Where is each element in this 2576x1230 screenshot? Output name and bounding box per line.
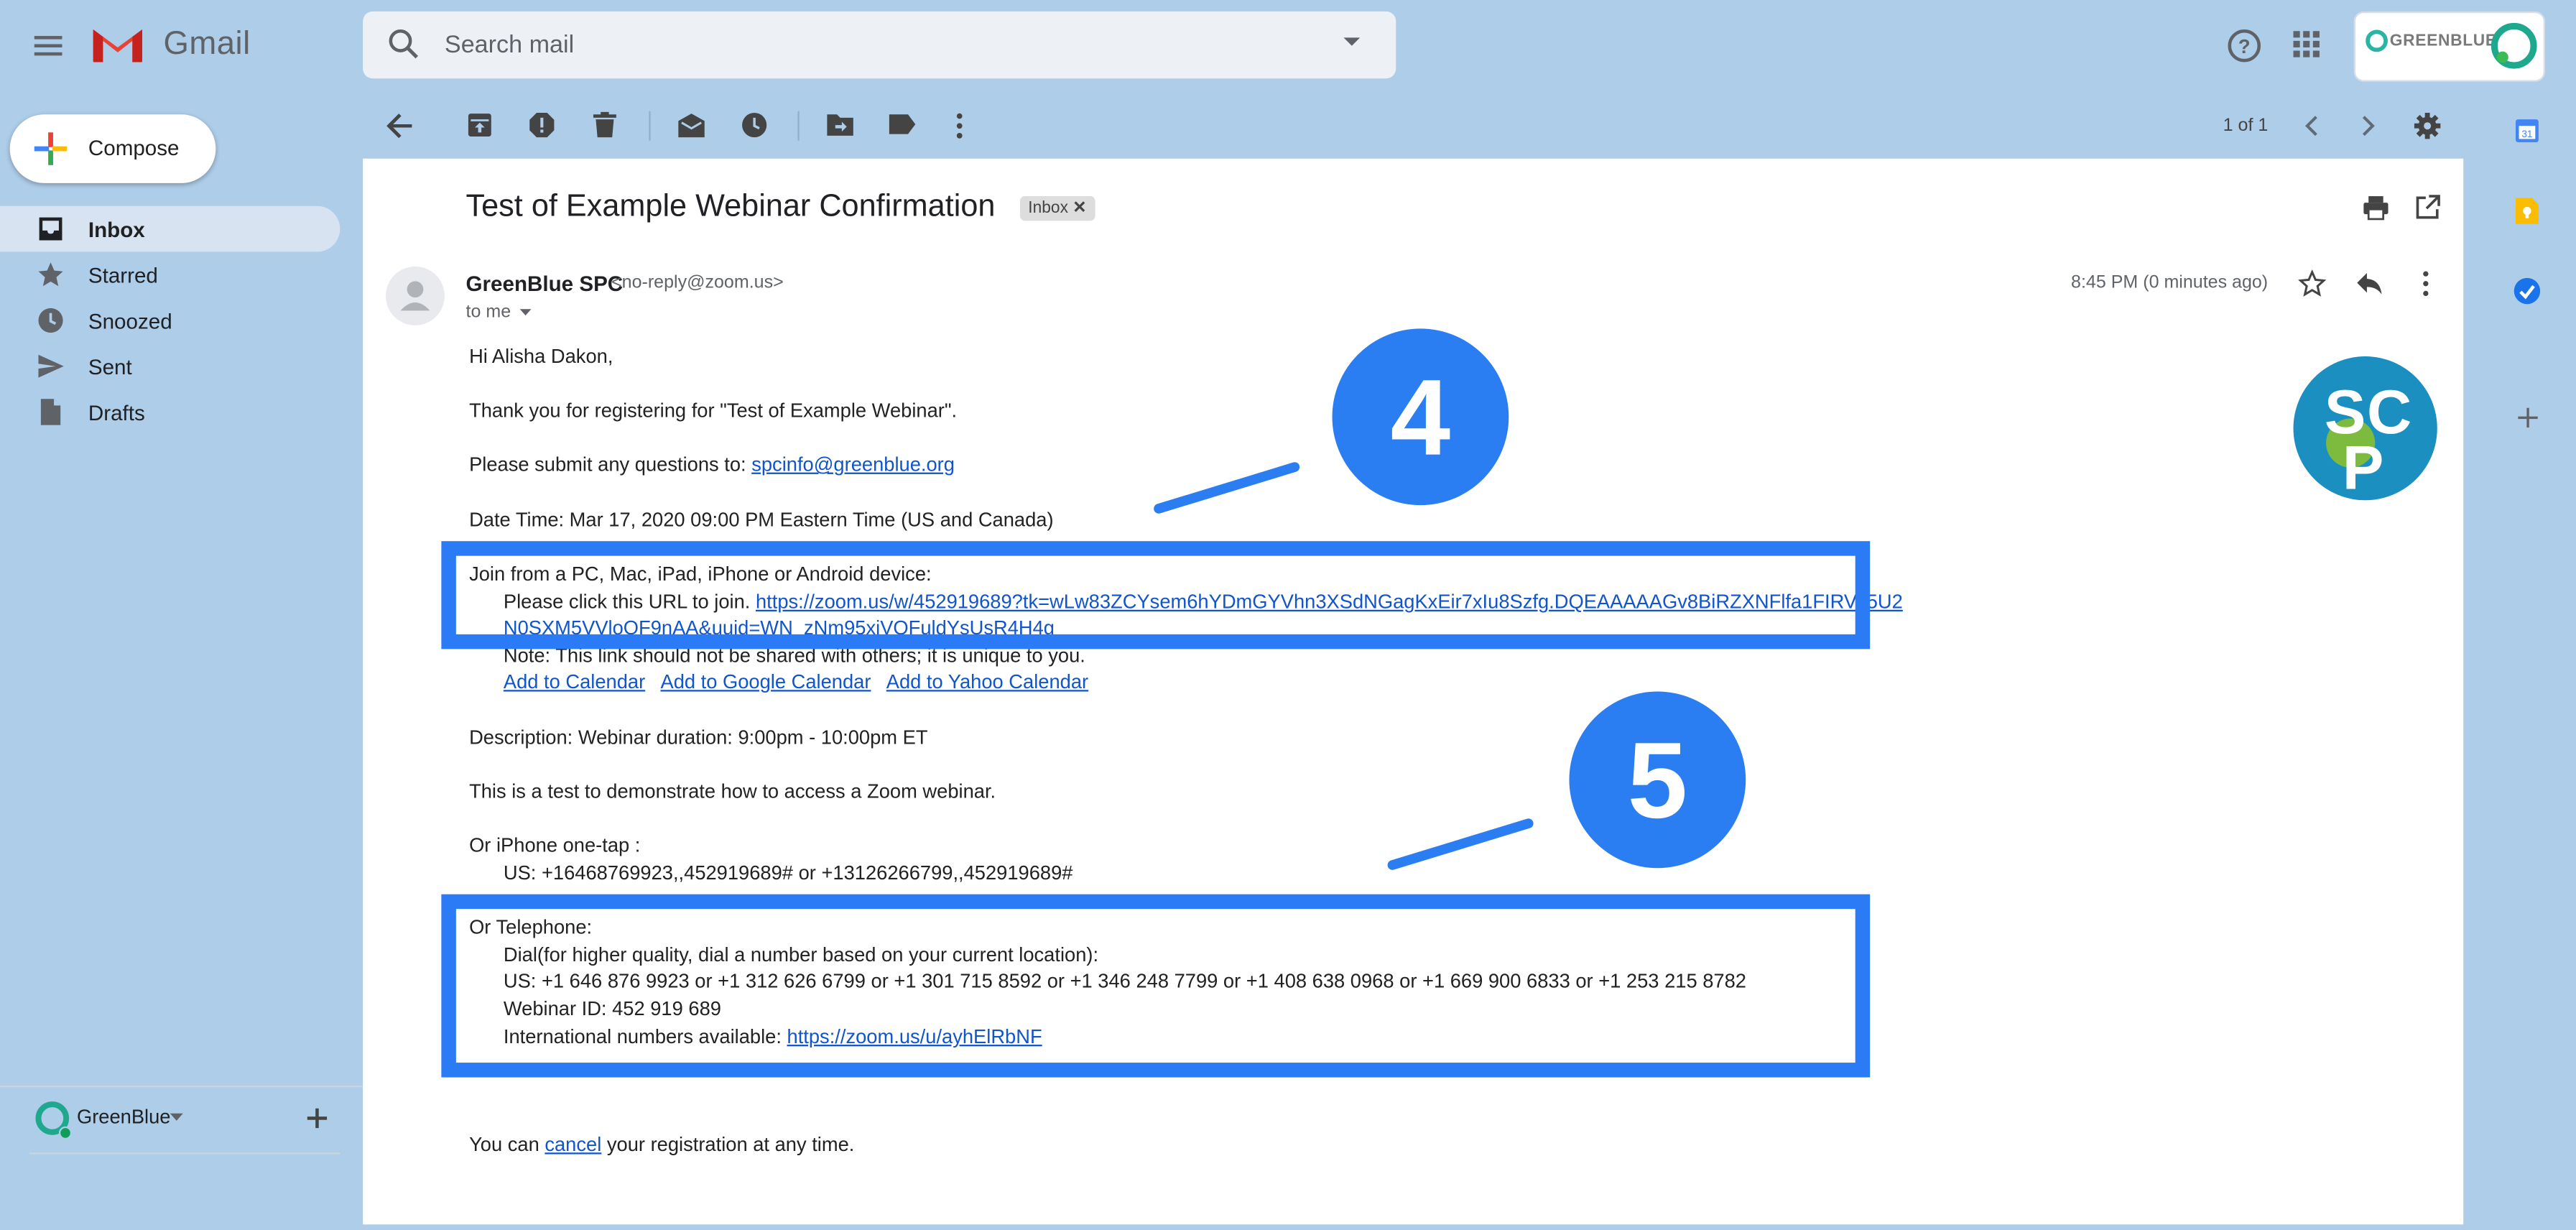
draft-icon (36, 397, 65, 427)
hangouts-divider (29, 1152, 340, 1155)
tasks-icon[interactable] (2512, 277, 2542, 306)
more-options-icon[interactable] (955, 111, 965, 141)
main-menu-icon[interactable] (28, 24, 70, 67)
nav-label-starred: Starred (88, 263, 158, 288)
nav-label-snoozed: Snoozed (88, 309, 172, 334)
datetime-text: Date Time: Mar 17, 2020 09:00 PM Eastern… (469, 508, 1054, 532)
send-icon (36, 351, 65, 381)
search-options-icon[interactable] (1342, 36, 1361, 49)
sender-avatar (386, 266, 445, 325)
remove-label-icon[interactable]: ✕ (1072, 200, 1086, 218)
pager-text: 1 of 1 (2223, 116, 2269, 136)
account-avatar[interactable] (2490, 22, 2539, 70)
side-panel (2488, 91, 2563, 1225)
inbox-label-chip[interactable]: Inbox ✕ (1019, 196, 1095, 221)
label-chip-text: Inbox (1028, 199, 1068, 218)
description-text: Description: Webinar duration: 9:00pm - … (469, 726, 928, 749)
questions-email-link[interactable]: spcinfo@greenblue.org (751, 453, 955, 476)
test-text: This is a test to demonstrate how to acc… (469, 780, 996, 803)
open-new-window-icon[interactable] (2414, 195, 2440, 221)
label-icon[interactable] (888, 113, 917, 136)
help-icon[interactable]: ? (2226, 28, 2262, 64)
sender-name: GreenBlue SPC (465, 271, 624, 296)
apps-grid-icon[interactable] (2290, 28, 2323, 61)
nav-label-drafts: Drafts (88, 400, 145, 425)
iphone-heading: Or iPhone one-tap : (469, 833, 641, 857)
add-addon-icon[interactable] (2517, 407, 2539, 429)
add-to-yahoo-calendar-link[interactable]: Add to Yahoo Calendar (886, 670, 1088, 693)
keep-icon[interactable] (2514, 196, 2540, 226)
annotation-badge-5: 5 (1569, 691, 1746, 869)
questions-line: Please submit any questions to: spcinfo@… (469, 453, 955, 476)
app-name: Gmail (163, 26, 251, 63)
chevron-down-icon[interactable] (519, 309, 531, 316)
svg-text:P: P (2343, 433, 2384, 501)
print-icon[interactable] (2362, 195, 2390, 221)
hangouts-avatar[interactable] (33, 1100, 73, 1140)
move-to-icon[interactable] (825, 111, 855, 137)
questions-prefix: Please submit any questions to: (469, 453, 752, 476)
mark-unread-icon[interactable] (677, 111, 706, 139)
chevron-right-icon[interactable] (2360, 114, 2377, 137)
spc-logo: S C P (2292, 355, 2439, 502)
cancel-suffix: your registration at any time. (601, 1132, 855, 1156)
sender-email: <no-reply@zoom.us> (611, 273, 784, 293)
cancel-link[interactable]: cancel (545, 1133, 601, 1156)
reply-icon[interactable] (2355, 272, 2383, 296)
chevron-left-icon[interactable] (2303, 114, 2320, 137)
nav-label-sent: Sent (88, 354, 132, 379)
cancel-prefix: You can (469, 1132, 545, 1156)
nav-divider (0, 1085, 363, 1088)
calendar-icon[interactable]: 31 (2514, 118, 2540, 144)
star-icon[interactable] (2298, 269, 2327, 297)
highlight-box-join (441, 541, 1871, 649)
report-spam-icon[interactable] (528, 111, 556, 139)
annotation-badge-4: 4 (1332, 328, 1509, 506)
thanks-text: Thank you for registering for "Test of E… (469, 399, 958, 422)
toolbar-divider (649, 111, 651, 141)
gmail-window: Gmail Search mail ? GREENBLUE Compose In… (0, 0, 2563, 1230)
clock-icon (36, 306, 65, 336)
greenblue-logo-icon (2366, 29, 2389, 52)
add-to-calendar-link[interactable]: Add to Calendar (504, 670, 645, 693)
highlight-box-telephone (441, 894, 1871, 1078)
calendar-links: Add to Calendar Add to Google Calendar A… (504, 670, 1088, 693)
search-input[interactable]: Search mail (445, 31, 574, 59)
recipient-details[interactable]: to me (466, 302, 531, 322)
toolbar-divider (797, 111, 800, 141)
email-time: 8:45 PM (0 minutes ago) (2071, 273, 2269, 293)
iphone-numbers: US: +16468769923,,452919689# or +1312626… (503, 861, 1073, 885)
cancel-line: You can cancel your registration at any … (469, 1133, 854, 1156)
email-subject: Test of Example Webinar Confirmation (465, 189, 996, 224)
gmail-logo-icon[interactable] (90, 23, 145, 65)
add-icon[interactable] (306, 1107, 329, 1130)
hangouts-user[interactable]: GreenBlue (77, 1105, 171, 1128)
greeting-text: Hi Alisha Dakon, (469, 345, 613, 368)
svg-text:31: 31 (2521, 129, 2532, 139)
compose-plus-icon (33, 131, 69, 167)
back-arrow-icon[interactable] (386, 113, 415, 139)
more-options-icon[interactable] (2421, 269, 2431, 297)
account-brand: GREENBLUE (2389, 32, 2497, 51)
add-to-google-calendar-link[interactable]: Add to Google Calendar (660, 670, 871, 693)
snooze-icon[interactable] (741, 111, 769, 139)
star-icon (36, 260, 65, 290)
svg-text:?: ? (2238, 35, 2251, 57)
delete-icon[interactable] (592, 111, 618, 139)
search-icon[interactable] (387, 28, 420, 61)
chevron-down-icon[interactable] (170, 1113, 183, 1122)
recipient-text: to me (465, 302, 511, 323)
compose-label: Compose (88, 135, 180, 160)
settings-gear-icon[interactable] (2413, 111, 2442, 141)
inbox-icon (36, 214, 65, 244)
nav-label-inbox: Inbox (88, 217, 145, 242)
archive-icon[interactable] (466, 111, 494, 139)
